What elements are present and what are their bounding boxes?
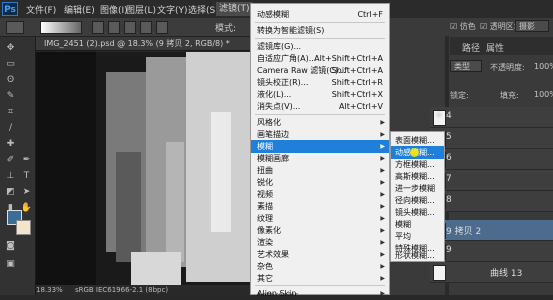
type-tool-icon[interactable]: T: [20, 170, 33, 183]
screen-mode-icon[interactable]: ▣: [4, 258, 17, 271]
reflected-gradient-button[interactable]: [140, 21, 152, 34]
quick-select-tool-icon[interactable]: ✎: [4, 90, 17, 103]
marquee-tool-icon[interactable]: ▭: [4, 58, 17, 71]
lasso-tool-icon[interactable]: ʘ: [4, 74, 17, 87]
layer-filter-dropdown[interactable]: 类型: [450, 60, 482, 72]
layer-row[interactable]: 8: [430, 191, 553, 212]
menu-item-convert-smart-filter[interactable]: 转换为智能滤镜(S): [251, 24, 389, 37]
layer-row[interactable]: 9: [430, 241, 553, 262]
layer-row-selected[interactable]: 9 拷贝 2: [430, 220, 553, 241]
cursor-highlight: [410, 148, 419, 157]
color-profile: sRGB IEC61966-2.1 (8bpc): [74, 286, 169, 294]
layer-row[interactable]: 5: [430, 128, 553, 149]
photoshop-logo: Ps: [2, 2, 18, 16]
fill-value[interactable]: 100%: [534, 90, 553, 99]
crop-tool-icon[interactable]: ⌗: [4, 106, 17, 119]
brush-tool-icon[interactable]: ✐: [4, 154, 17, 167]
lock-label: 锁定:: [450, 91, 469, 100]
layer-row[interactable]: 曲线 13: [430, 262, 553, 283]
move-tool-icon[interactable]: ✥: [4, 42, 17, 55]
menu-layer[interactable]: 图层(L): [126, 3, 156, 16]
layer-row[interactable]: 7: [430, 170, 553, 191]
menu-file[interactable]: 文件(F): [26, 3, 56, 16]
status-bar: 18.33% sRGB IEC61966-2.1 (8bpc): [36, 285, 250, 295]
menu-edit[interactable]: 编辑(E): [64, 3, 95, 16]
background-color-swatch[interactable]: [16, 220, 31, 235]
layer-row[interactable]: 6: [430, 149, 553, 170]
menu-item-vanishing-point[interactable]: 消失点(V)... Alt+Ctrl+V: [251, 100, 389, 113]
tool-preset-picker[interactable]: [6, 21, 24, 34]
dither-checkbox[interactable]: ☑ 仿色: [450, 21, 476, 32]
pen-tool-icon[interactable]: ✒: [20, 154, 33, 167]
opacity-label: 不透明度:: [490, 63, 525, 72]
radial-gradient-button[interactable]: [108, 21, 120, 34]
menu-image[interactable]: 图像(I): [100, 3, 128, 16]
menu-type[interactable]: 文字(Y): [157, 3, 188, 16]
visibility-eye-icon[interactable]: ◉: [435, 110, 443, 120]
quick-mask-icon[interactable]: ◙: [4, 240, 17, 253]
opacity-value[interactable]: 100%: [534, 62, 553, 71]
menu-filter[interactable]: 滤镜(T): [216, 2, 253, 16]
angle-gradient-button[interactable]: [124, 21, 136, 34]
canvas-image: [36, 52, 250, 285]
diamond-gradient-button[interactable]: [156, 21, 168, 34]
zoom-level[interactable]: 18.33%: [36, 286, 63, 294]
menu-item-last-filter[interactable]: 动感模糊 Ctrl+F: [251, 8, 389, 21]
filter-menu: 动感模糊 Ctrl+F 转换为智能滤镜(S) 滤镜库(G)... 自适应广角(A)…: [250, 3, 390, 298]
mode-label: 模式:: [215, 24, 237, 34]
path-select-tool-icon[interactable]: ➤: [20, 186, 33, 199]
eraser-tool-icon[interactable]: ◩: [4, 186, 17, 199]
layer-row[interactable]: 4: [430, 107, 553, 128]
fill-label: 填充:: [500, 91, 519, 100]
tab-paths[interactable]: 路径: [462, 41, 480, 54]
submenu-item-shape-blur[interactable]: 形状模糊...: [391, 251, 444, 261]
linear-gradient-button[interactable]: [92, 21, 104, 34]
eyedropper-tool-icon[interactable]: ∕: [4, 122, 17, 135]
healing-brush-tool-icon[interactable]: ✚: [4, 138, 17, 151]
canvas[interactable]: [36, 52, 250, 285]
menu-select[interactable]: 选择(S): [188, 3, 219, 16]
tab-properties[interactable]: 属性: [486, 41, 504, 54]
workspace-dropdown[interactable]: 摄影: [515, 20, 549, 32]
menu-item-other[interactable]: 其它 ▶: [251, 272, 389, 285]
document-tab[interactable]: IMG_2451 (2).psd @ 18.3% (9 拷贝 2, RGB/8)…: [36, 37, 250, 51]
clone-stamp-tool-icon[interactable]: ⊥: [4, 170, 17, 183]
gradient-preview[interactable]: [40, 21, 82, 34]
